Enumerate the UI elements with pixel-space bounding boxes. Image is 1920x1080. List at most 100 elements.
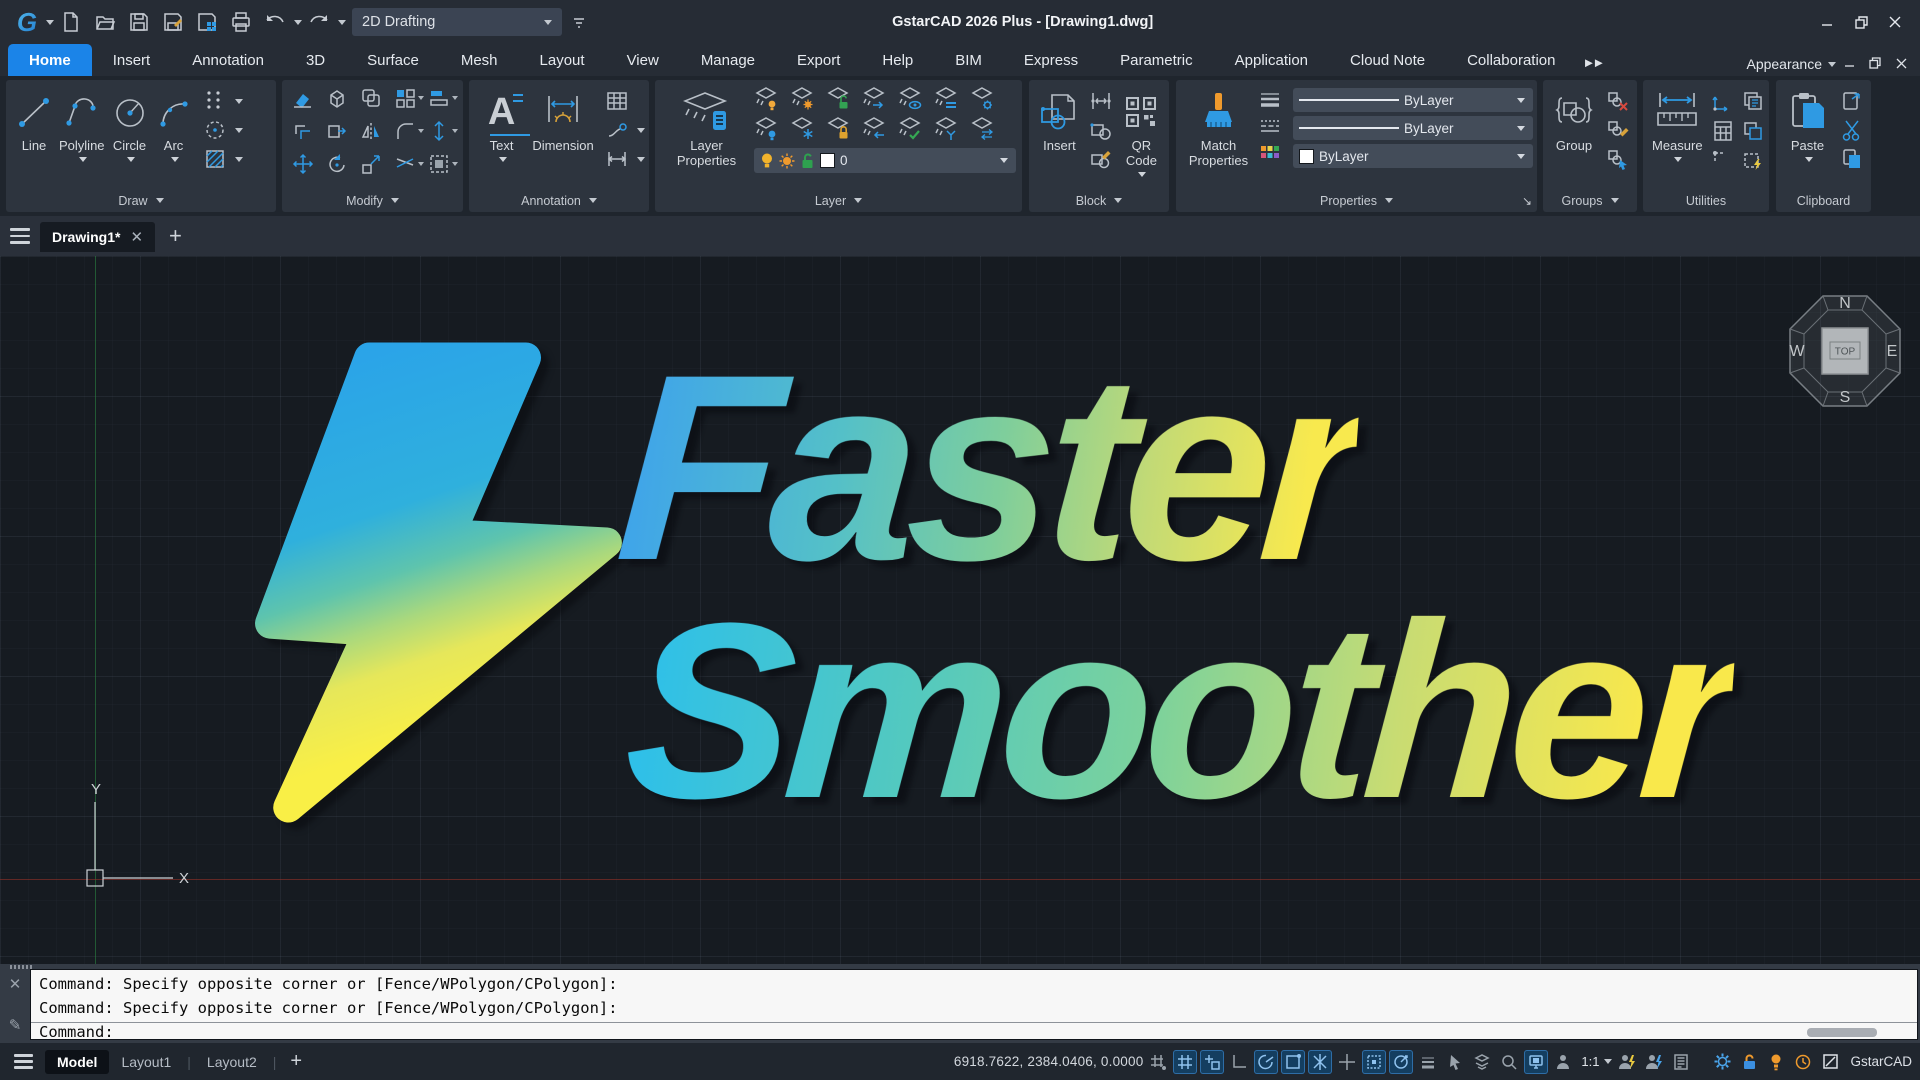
layout1-tab[interactable]: Layout1 xyxy=(109,1050,183,1074)
layout2-tab[interactable]: Layout2 xyxy=(195,1050,269,1074)
clipboard-panel-footer[interactable]: Clipboard xyxy=(1776,189,1871,212)
selection-cycling-toggle[interactable] xyxy=(1470,1050,1494,1074)
polar-tracking-toggle[interactable] xyxy=(1254,1050,1278,1074)
alert-bulb-button[interactable] xyxy=(1764,1050,1788,1074)
document-menu-icon[interactable] xyxy=(0,228,40,244)
linear-dimension-button[interactable] xyxy=(602,146,632,172)
tab-view[interactable]: View xyxy=(606,44,680,76)
layer-match-button[interactable] xyxy=(932,86,962,112)
tab-bim[interactable]: BIM xyxy=(934,44,1003,76)
set-base-point-button[interactable] xyxy=(1086,88,1116,114)
layer-isolate-button[interactable] xyxy=(896,86,926,112)
align-dropdown-icon[interactable] xyxy=(452,96,458,103)
ui-lock-button[interactable] xyxy=(1737,1050,1761,1074)
view-cube[interactable]: TOP N E S W xyxy=(1782,288,1908,414)
quick-select-button[interactable] xyxy=(1738,88,1768,114)
layer-walk-button[interactable] xyxy=(860,86,890,112)
undo-button[interactable] xyxy=(258,6,292,38)
utilities-panel-footer[interactable]: Utilities xyxy=(1643,189,1769,212)
grid-display-toggle[interactable] xyxy=(1173,1050,1197,1074)
modify-panel-footer[interactable]: Modify xyxy=(282,189,463,212)
table-button[interactable] xyxy=(602,88,632,114)
layer-thaw-button[interactable] xyxy=(788,86,818,112)
tab-collaboration[interactable]: Collaboration xyxy=(1446,44,1576,76)
linear-dimension-dropdown-icon[interactable] xyxy=(637,157,645,166)
restore-button[interactable] xyxy=(1846,9,1876,35)
time-button[interactable] xyxy=(1791,1050,1815,1074)
new-file-button[interactable] xyxy=(54,6,88,38)
select-group-button[interactable] xyxy=(1603,146,1633,172)
command-input[interactable]: Command: xyxy=(31,1023,1917,1041)
clean-screen-button[interactable] xyxy=(1818,1050,1842,1074)
id-point-button[interactable] xyxy=(1708,88,1738,114)
match-properties-button[interactable]: Match Properties xyxy=(1182,86,1255,189)
view-cube-south[interactable]: S xyxy=(1840,389,1851,406)
tab-mesh[interactable]: Mesh xyxy=(440,44,519,76)
layer-settings-button[interactable] xyxy=(968,86,998,112)
scale-button[interactable] xyxy=(356,151,386,177)
array-button[interactable] xyxy=(390,85,420,111)
measure-button[interactable]: Measure xyxy=(1649,86,1706,189)
copy-nested-button[interactable] xyxy=(1738,118,1768,144)
more-tabs-icon[interactable]: ►► xyxy=(1576,55,1612,76)
mirror-button[interactable] xyxy=(356,118,386,144)
text-dropdown-icon[interactable] xyxy=(499,157,507,166)
view-cube-north[interactable]: N xyxy=(1839,295,1851,312)
tab-3d[interactable]: 3D xyxy=(285,44,346,76)
color-palette-icon-button[interactable] xyxy=(1255,142,1285,162)
ellipse-dropdown-icon[interactable] xyxy=(235,128,243,137)
app-logo-icon[interactable]: G xyxy=(10,7,44,37)
layer-merge-button[interactable] xyxy=(932,116,962,142)
arc-dropdown-icon[interactable] xyxy=(171,157,179,166)
point-style-button[interactable] xyxy=(1708,148,1738,174)
polyline-dropdown-icon[interactable] xyxy=(79,157,87,166)
view-cube-east[interactable]: E xyxy=(1887,343,1898,360)
layer-freeze-button[interactable] xyxy=(788,116,818,142)
zoom-toggle[interactable] xyxy=(1497,1050,1521,1074)
layer-translate-button[interactable] xyxy=(968,116,998,142)
insert-button[interactable]: Insert xyxy=(1035,86,1084,189)
snap-to-grid-toggle[interactable] xyxy=(1146,1050,1170,1074)
lineweight-select[interactable]: ByLayer xyxy=(1293,88,1533,112)
command-close-icon[interactable]: ✕ xyxy=(9,975,22,993)
command-history[interactable]: Command: Specify opposite corner or [Fen… xyxy=(31,970,1917,1023)
export-save-button[interactable] xyxy=(190,6,224,38)
object-snap-tracking-toggle[interactable] xyxy=(1389,1050,1413,1074)
app-menu-chevron-icon[interactable] xyxy=(46,20,54,29)
export-block-button[interactable] xyxy=(322,118,352,144)
trim-button[interactable] xyxy=(390,151,420,177)
edit-group-button[interactable] xyxy=(1603,117,1633,143)
linetype-icon-button[interactable] xyxy=(1255,116,1285,136)
close-button[interactable] xyxy=(1880,9,1910,35)
command-drag-handle[interactable] xyxy=(10,965,32,969)
leader-dropdown-icon[interactable] xyxy=(637,128,645,137)
isometric-drafting-toggle[interactable] xyxy=(1308,1050,1332,1074)
quick-calculator-button[interactable] xyxy=(1708,118,1738,144)
copy-button[interactable] xyxy=(356,85,386,111)
appearance-menu[interactable]: Appearance xyxy=(1746,56,1836,76)
polyline-button[interactable]: Polyline xyxy=(56,86,108,189)
create-block-button[interactable] xyxy=(1086,117,1116,143)
ellipse-button[interactable] xyxy=(200,117,230,143)
layer-off-button[interactable] xyxy=(752,116,782,142)
text-button[interactable]: A Text xyxy=(475,86,528,189)
edit-block-button[interactable] xyxy=(1086,146,1116,172)
tab-express[interactable]: Express xyxy=(1003,44,1099,76)
fillet-button[interactable] xyxy=(390,118,420,144)
minimize-button[interactable] xyxy=(1812,9,1842,35)
drawing-canvas[interactable]: Faster Smoother TOP N E S W Y X xyxy=(0,256,1920,964)
document-tab-drawing1[interactable]: Drawing1* ✕ xyxy=(40,222,155,252)
align-button[interactable] xyxy=(424,85,454,111)
line-button[interactable]: Line xyxy=(12,86,56,189)
view-cube-west[interactable]: W xyxy=(1789,343,1805,360)
point-tools-button[interactable] xyxy=(200,88,230,114)
print-button[interactable] xyxy=(224,6,258,38)
paste-dropdown-icon[interactable] xyxy=(1805,157,1813,166)
rotate-button[interactable] xyxy=(322,151,352,177)
tab-surface[interactable]: Surface xyxy=(346,44,440,76)
layer-panel-footer[interactable]: Layer xyxy=(655,189,1022,212)
rectangular-select-dropdown-icon[interactable] xyxy=(452,162,458,169)
crosshair-toggle[interactable] xyxy=(1335,1050,1359,1074)
workspace-select[interactable]: 2D Drafting xyxy=(352,8,562,36)
new-layout-button[interactable]: + xyxy=(280,1050,312,1073)
